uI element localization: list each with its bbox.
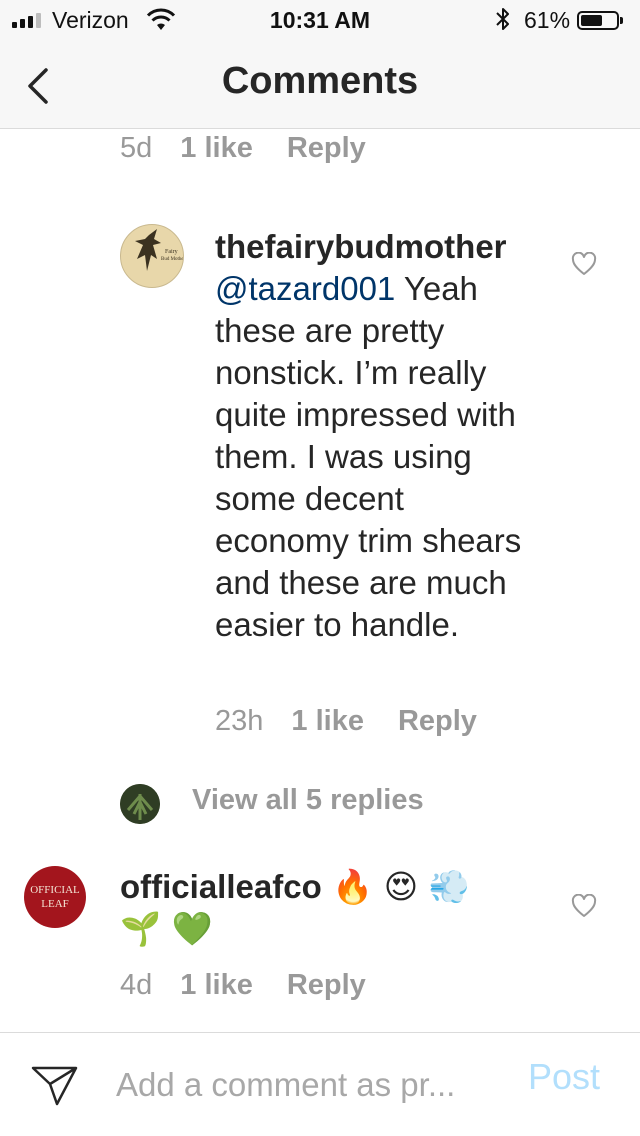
svg-text:Bud Mother: Bud Mother (161, 257, 183, 262)
like-heart-icon[interactable] (571, 252, 597, 276)
comment-input[interactable] (116, 1062, 496, 1108)
reply-button[interactable]: Reply (398, 705, 477, 737)
avatar[interactable]: Fairy Bud Mother (120, 224, 184, 288)
composer-divider (0, 1032, 640, 1033)
status-bar: Verizon 10:31 AM 61% (0, 0, 640, 40)
battery-icon (577, 11, 619, 30)
comment-meta: 4d 1 like Reply (120, 969, 366, 1002)
avatar-logo-text: OFFICIAL (30, 884, 80, 896)
post-button[interactable]: Post (528, 1056, 600, 1098)
page-title: Comments (221, 60, 419, 102)
comment-likes[interactable]: 1 like (291, 705, 364, 737)
like-heart-icon[interactable] (571, 894, 597, 918)
avatar[interactable]: OFFICIAL LEAF (24, 866, 86, 928)
comment-text: Yeah these are pretty nonstick. I’m real… (215, 270, 522, 643)
battery-tip (620, 17, 623, 24)
comment-likes[interactable]: 1 like (180, 132, 253, 164)
comment-mention[interactable]: @tazard001 (215, 270, 395, 307)
comment-likes[interactable]: 1 like (180, 969, 253, 1001)
comment-meta: 23h 1 like Reply (215, 705, 477, 738)
fairy-logo-icon: Fairy Bud Mother (135, 229, 183, 271)
comment-meta: 5d 1 like Reply (120, 132, 366, 165)
reply-button[interactable]: Reply (287, 969, 366, 1001)
plant-photo-icon (120, 784, 160, 824)
comment-username[interactable]: thefairybudmother (215, 228, 507, 265)
comment-body: thefairybudmother @tazard001 Yeah these … (215, 226, 545, 646)
bluetooth-icon (496, 8, 509, 30)
reply-avatar (120, 784, 160, 824)
comment-time: 23h (215, 705, 264, 737)
comment-time: 4d (120, 969, 153, 1001)
reply-button[interactable]: Reply (287, 132, 366, 164)
comment-body: officialleafco 🔥 😍 💨 🌱 💚 (120, 866, 510, 950)
avatar-logo-text: Fairy (165, 249, 178, 255)
view-replies-link[interactable]: View all 5 replies (192, 784, 424, 817)
send-icon[interactable] (30, 1062, 80, 1108)
nav-bar: Comments (0, 40, 640, 129)
avatar-logo-text: LEAF (41, 898, 69, 910)
battery-percent: 61% (524, 7, 571, 33)
comment-time: 5d (120, 132, 153, 164)
comment-username[interactable]: officialleafco (120, 868, 322, 905)
